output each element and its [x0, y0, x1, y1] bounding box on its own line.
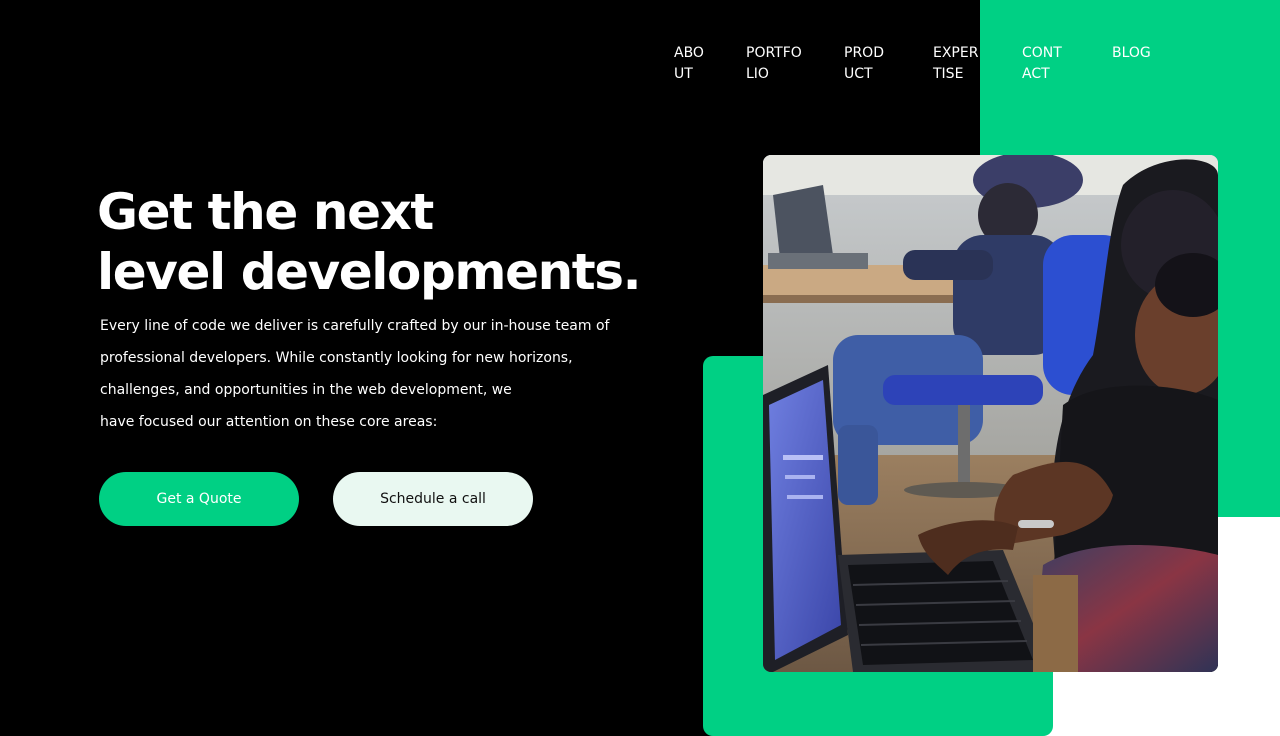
get-a-quote-button[interactable]: Get a Quote — [99, 472, 299, 526]
nav-item-about[interactable]: ABOUT — [674, 43, 714, 85]
nav-item-product[interactable]: PRODUCT — [844, 43, 886, 85]
hero-description-line: have focused our attention on these core… — [100, 414, 438, 430]
hero-photo — [763, 155, 1218, 672]
nav-item-contact[interactable]: CONTACT — [1022, 43, 1064, 85]
schedule-a-call-button[interactable]: Schedule a call — [333, 472, 533, 526]
hero-description-line: professional developers. While constantl… — [100, 350, 573, 366]
photo-illustration — [763, 155, 1218, 672]
hero-title: Get the next level developments. — [97, 182, 642, 302]
hero-description-line: Every line of code we deliver is careful… — [100, 318, 610, 334]
hero-description: Every line of code we deliver is careful… — [100, 310, 660, 438]
hero-title-line-1: Get the next — [97, 183, 434, 241]
nav-item-blog[interactable]: BLOG — [1112, 43, 1162, 64]
hero-title-line-2: level developments. — [97, 243, 642, 301]
nav-item-expertise[interactable]: EXPERTISE — [933, 43, 983, 85]
hero-description-line: challenges, and opportunities in the web… — [100, 382, 512, 398]
nav-item-portfolio[interactable]: PORTFOLIO — [746, 43, 804, 85]
